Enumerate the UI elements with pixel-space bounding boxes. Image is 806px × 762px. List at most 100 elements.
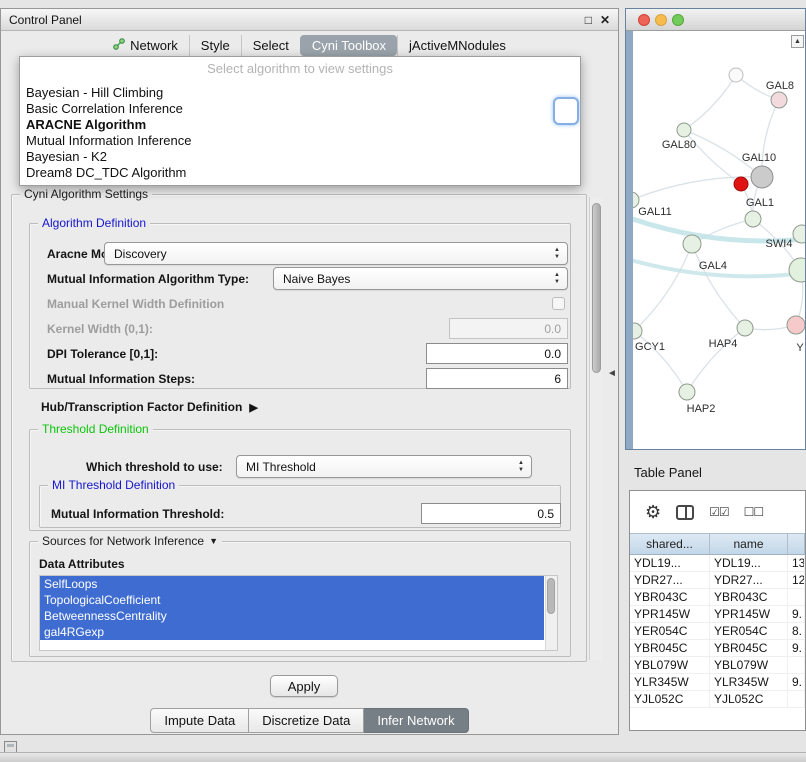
algorithm-option-aracne-algorithm[interactable]: ARACNE Algorithm [20,117,580,133]
hub-definition-toggle[interactable]: Hub/Transcription Factor Definition ▶ [41,400,258,414]
table-row[interactable]: YBL079WYBL079W [630,657,805,674]
gear-icon[interactable]: ⚙ [645,503,661,521]
table-row[interactable]: YDR27...YDR27...12 [630,572,805,589]
tab-cyni-toolbox[interactable]: Cyni Toolbox [300,35,397,56]
table-row[interactable]: YBR045CYBR045C9. [630,640,805,657]
network-edge [634,244,692,331]
close-traffic-light[interactable] [638,14,650,26]
control-panel-window: Control Panel □ ✕ NetworkStyleSelectCyni… [0,8,619,735]
list-scrollbar-thumb[interactable] [547,578,555,614]
which-threshold-value: MI Threshold [246,460,316,474]
scroll-up-icon[interactable]: ▲ [791,35,804,48]
table-cell: YBR043C [630,589,710,605]
settings-scrollbar[interactable] [589,197,602,660]
which-threshold-select[interactable]: MI Threshold ▲▼ [236,455,532,478]
network-node-gal80[interactable] [677,123,691,137]
table-row[interactable]: YBR043CYBR043C [630,589,805,606]
network-node[interactable] [734,177,748,191]
bottom-tab-discretize-data[interactable]: Discretize Data [249,708,364,733]
tab-select[interactable]: Select [241,35,300,56]
manual-kernel-width-checkbox[interactable] [552,297,565,310]
attribute-item-gal4rgexp[interactable]: gal4RGexp [40,624,544,640]
columns-icon[interactable] [676,505,694,520]
network-node-gal1[interactable] [745,211,761,227]
tab-jactivemnodules[interactable]: jActiveMNodules [397,35,517,56]
sources-group-title[interactable]: Sources for Network Inference▼ [38,534,222,548]
table-cell: YBR043C [710,589,788,605]
select-all-checkboxes-icon[interactable]: ☑☑ [709,505,729,519]
table-cell: YER054C [710,623,788,639]
mi-algorithm-type-select[interactable]: Naive Bayes ▲▼ [273,267,568,290]
apply-button[interactable]: Apply [270,675,338,697]
algorithm-option-basic-correlation-inference[interactable]: Basic Correlation Inference [20,101,580,117]
network-node-gal8[interactable] [771,92,787,108]
table-row[interactable]: YPR145WYPR145W9. [630,606,805,623]
data-attributes-list[interactable]: SelfLoopsTopologicalCoefficientBetweenne… [39,575,558,651]
control-panel-titlebar: Control Panel □ ✕ [1,9,618,31]
aracne-mode-select[interactable]: Discovery ▲▼ [104,242,568,265]
panel-title: Control Panel [9,13,82,27]
attribute-item-betweennesscentrality[interactable]: BetweennessCentrality [40,608,544,624]
network-node-label: GAL1 [746,197,774,209]
table-row[interactable]: YER054CYER054C8. [630,623,805,640]
network-node-gal10[interactable] [751,166,773,188]
table-cell: YBL079W [710,657,788,673]
threshold-definition-title: Threshold Definition [38,422,153,436]
tab-style[interactable]: Style [189,35,241,56]
network-node-hap2[interactable] [679,384,695,400]
table-column-header[interactable]: name [710,534,788,554]
network-node-label: HAP2 [687,403,716,415]
status-bar [0,752,806,762]
table-row[interactable]: YLR345WYLR345W9. [630,674,805,691]
combo-arrows-icon: ▲▼ [554,272,560,286]
close-window-icon[interactable]: ✕ [600,14,610,26]
kernel-width-field[interactable]: 0.0 [449,318,568,339]
network-node[interactable] [729,68,743,82]
list-scrollbar[interactable] [545,576,557,650]
mi-threshold-field[interactable]: 0.5 [421,503,561,524]
algorithm-option-bayesian-k2[interactable]: Bayesian - K2 [20,149,580,165]
network-node-gal4[interactable] [683,235,701,253]
algorithm-combo-focus-fragment[interactable] [553,97,579,125]
table-cell: YDR27... [710,572,788,588]
kernel-width-label: Kernel Width (0,1): [47,322,153,336]
bottom-tab-infer-network[interactable]: Infer Network [364,708,468,733]
tab-network[interactable]: Network [102,35,189,56]
table-cell [788,691,805,707]
algorithm-option-bayesian-hill-climbing[interactable]: Bayesian - Hill Climbing [20,85,580,101]
tab-label: jActiveMNodules [409,38,506,53]
minimize-traffic-light[interactable] [655,14,667,26]
network-edge [762,100,779,177]
attribute-item-topologicalcoefficient[interactable]: TopologicalCoefficient [40,592,544,608]
combo-arrows-icon: ▲▼ [554,247,560,261]
table-cell: YBR045C [710,640,788,656]
table-cell: 9. [788,606,805,622]
float-window-icon[interactable]: □ [585,14,592,26]
table-column-header[interactable]: shared... [630,534,710,554]
network-node-label: GAL4 [699,260,727,272]
algorithm-option-dream8-dc-tdc-algorithm[interactable]: Dream8 DC_TDC Algorithm [20,165,580,181]
dpi-tolerance-field[interactable]: 0.0 [426,343,568,364]
panel-collapse-arrow-icon[interactable]: ◄ [607,369,617,379]
table-cell [788,589,805,605]
zoom-traffic-light[interactable] [672,14,684,26]
deselect-all-checkboxes-icon[interactable]: ☐☐ [744,505,764,519]
network-node-label: GAL10 [742,152,776,164]
table-cell: YLR345W [630,674,710,690]
table-column-header[interactable] [788,534,805,554]
table-row[interactable]: YJL052CYJL052C [630,691,805,708]
table-row[interactable]: YDL19...YDL19...13 [630,555,805,572]
algorithm-dropdown: Select algorithm to view settings Bayesi… [19,56,581,186]
network-canvas[interactable]: GAL8GAL80GAL10GAL11GAL1SWI4GAL4GCY1HAP4Y… [633,31,805,449]
mi-steps-field[interactable]: 6 [426,368,568,389]
network-node-hap4[interactable] [737,320,753,336]
table-cell: YER054C [630,623,710,639]
table-cell: YDL19... [710,555,788,571]
network-node-y[interactable] [787,316,805,334]
network-node[interactable] [789,258,805,282]
attribute-item-selfloops[interactable]: SelfLoops [40,576,544,592]
algorithm-option-mutual-information-inference[interactable]: Mutual Information Inference [20,133,580,149]
data-attributes-label: Data Attributes [39,557,125,571]
settings-scrollbar-thumb[interactable] [592,203,601,373]
bottom-tab-impute-data[interactable]: Impute Data [150,708,249,733]
